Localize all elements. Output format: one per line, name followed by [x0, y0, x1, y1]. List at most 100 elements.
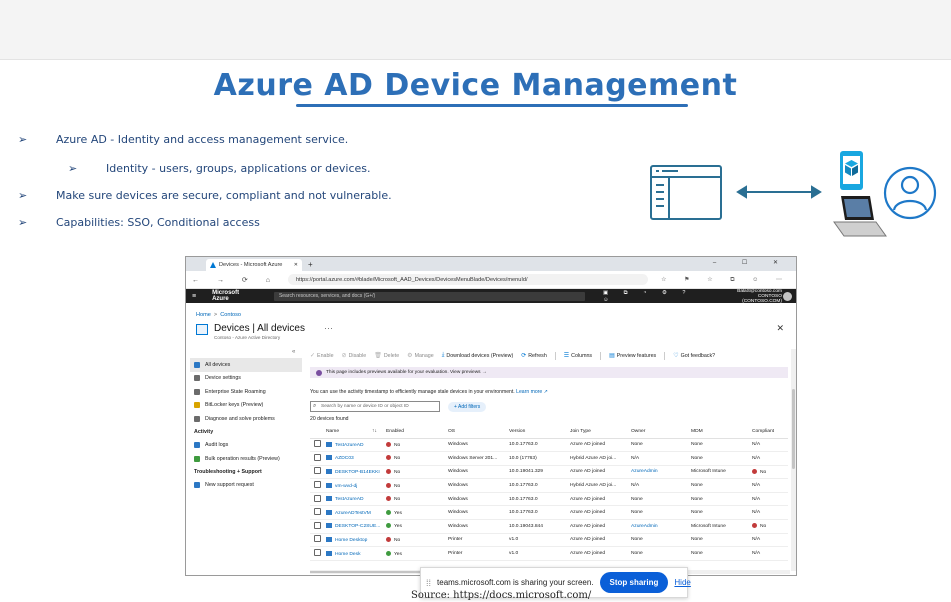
device-name-cell[interactable]: Home Desktop — [326, 533, 386, 548]
refresh-button[interactable]: ⟳ Refresh — [521, 352, 547, 360]
preview-notice[interactable]: This page includes previews available fo… — [310, 367, 788, 378]
sidebar-item-all-devices[interactable]: All devices — [190, 358, 302, 372]
os-cell: Windows — [448, 519, 509, 534]
laptop-icon — [833, 196, 887, 237]
check-icon: ✓ — [310, 353, 316, 359]
breadcrumb-home[interactable]: Home — [196, 312, 211, 318]
add-filters-button[interactable]: + Add filters — [448, 401, 487, 412]
row-checkbox[interactable] — [314, 494, 321, 502]
menu-icon[interactable]: ≡ — [192, 293, 196, 300]
device-name-cell[interactable]: DESKTOP-C2SUE... — [326, 519, 386, 534]
join-type-cell: Hybrid Azure AD joi... — [570, 478, 631, 493]
table-row[interactable]: DESKTOP-C2SUE... Yes Windows 10.0.19043.844… — [310, 519, 788, 534]
browser-tab[interactable]: Devices - Microsoft Azure ✕ — [206, 259, 302, 271]
row-checkbox[interactable] — [314, 481, 321, 489]
device-name-cell[interactable]: TestAzureAD — [326, 492, 386, 507]
url-field[interactable]: https://portal.azure.com/#blade/Microsof… — [287, 274, 648, 285]
column-version[interactable]: Version — [509, 425, 570, 439]
os-cell: Windows — [448, 465, 509, 480]
enabled-cell: No — [386, 465, 448, 480]
device-icon — [326, 523, 332, 529]
row-checkbox[interactable] — [314, 453, 321, 461]
table-row[interactable]: AZDC03 No Windows Server 201... 10.0 (17763… — [310, 451, 788, 466]
table-row[interactable]: TestAzureAD No Windows 10.0.17763.0 Azure AD… — [310, 438, 788, 453]
status-icon — [386, 537, 391, 543]
enable-button[interactable]: ✓ Enable — [310, 352, 334, 360]
breadcrumb-contoso[interactable]: Contoso — [220, 312, 241, 318]
new-tab-button[interactable]: + — [308, 260, 313, 269]
mdm-cell: Microsoft Intune — [691, 465, 752, 480]
sidebar-item-new-support-request[interactable]: New support request — [190, 479, 302, 493]
table-row[interactable]: AzureADTestVM Yes Windows 10.0.17763.0 Azure… — [310, 505, 788, 521]
columns-button[interactable]: ☰ Columns — [564, 352, 592, 360]
column-join-type[interactable]: Join Type — [570, 425, 631, 439]
sidebar-item-diagnose[interactable]: Diagnose and solve problems — [190, 412, 302, 426]
scrollbar-thumb[interactable] — [792, 389, 795, 469]
table-row[interactable]: vm-wvd-dj No Windows 10.0.17763.0 Hybrid Azu… — [310, 478, 788, 493]
device-name-cell[interactable]: AZDC03 — [326, 451, 386, 466]
row-checkbox[interactable] — [314, 467, 321, 475]
table-row[interactable]: Home Desk Yes Printer v1.0 Azure AD joined No… — [310, 546, 788, 561]
column-compliant[interactable]: Compliant — [752, 425, 788, 439]
table-row[interactable]: TestAzureAD No Windows 10.0.17763.0 Azure AD… — [310, 492, 788, 507]
learn-more-link[interactable]: Learn more ↗ — [516, 389, 548, 395]
sidebar-item-enterprise-state-roaming[interactable]: Enterprise State Roaming — [190, 385, 302, 399]
column-mdm[interactable]: MDM — [691, 425, 752, 439]
vertical-scrollbar[interactable] — [791, 349, 796, 571]
window-controls[interactable]: – ☐ ✕ — [713, 259, 790, 266]
version-cell: v1.0 — [509, 546, 570, 561]
manage-button[interactable]: ⚙ Manage — [407, 352, 434, 360]
column-os[interactable]: OS — [448, 425, 509, 439]
row-select — [310, 533, 326, 548]
join-type-cell: Hybrid Azure AD joi... — [570, 451, 631, 466]
table-row[interactable]: Home Desktop No Printer v1.0 Azure AD joined… — [310, 533, 788, 548]
sidebar-item-audit-logs[interactable]: Audit logs — [190, 439, 302, 453]
owner-cell[interactable]: AzureAdmin — [631, 465, 691, 480]
table-row[interactable]: DESKTOP-B14EKKI No Windows 10.0.19041.329 Az… — [310, 465, 788, 480]
close-icon[interactable]: ✕ — [776, 323, 784, 334]
row-checkbox[interactable] — [314, 440, 321, 448]
account-info[interactable]: BalaS@contoso.com CONTOSO (CONTOSO.COM) — [718, 289, 782, 304]
version-cell: v1.0 — [509, 533, 570, 548]
disable-button[interactable]: ⊘ Disable — [342, 352, 367, 360]
device-name-cell[interactable]: AzureADTestVM — [326, 505, 386, 521]
sidebar-item-bulk-operations[interactable]: Bulk operation results (Preview) — [190, 452, 302, 466]
azure-brand[interactable]: Microsoft Azure — [212, 290, 256, 302]
device-name-cell[interactable]: Home Desk — [326, 546, 386, 561]
row-select — [310, 492, 326, 507]
preview-features-button[interactable]: ▤ Preview features — [609, 352, 656, 360]
column-owner[interactable]: Owner — [631, 425, 691, 439]
device-name-cell[interactable]: vm-wvd-dj — [326, 478, 386, 493]
row-checkbox[interactable] — [314, 521, 321, 529]
device-search-input[interactable]: Search by name or device ID or object ID — [310, 401, 440, 412]
row-checkbox[interactable] — [314, 549, 321, 557]
hide-link[interactable]: Hide — [674, 578, 690, 587]
column-enabled[interactable]: Enabled — [386, 425, 448, 439]
device-name-cell[interactable]: DESKTOP-B14EKKI — [326, 465, 386, 480]
slide-title: Azure AD Device Management — [213, 68, 738, 103]
azure-search-input[interactable]: Search resources, services, and docs (G+… — [273, 291, 585, 301]
bullet-item: ➢ Capabilities: SSO, Conditional access — [18, 216, 260, 229]
navigation-buttons[interactable]: ← → ⟳ ⌂ — [192, 276, 278, 284]
device-icon — [326, 496, 332, 502]
sidebar-item-bitlocker-keys[interactable]: BitLocker keys (Preview) — [190, 399, 302, 413]
row-checkbox[interactable] — [314, 535, 321, 543]
avatar[interactable] — [783, 292, 792, 301]
stop-sharing-button[interactable]: Stop sharing — [599, 572, 669, 593]
info-text: You can use the activity timestamp to ef… — [310, 389, 548, 395]
column-name[interactable]: Name — [326, 425, 372, 439]
sort-icon[interactable]: ↑↓ — [372, 425, 386, 439]
browser-toolbar-icons[interactable]: ☆ ⚑ ☆ ⧉ ☺ ⋯ — [661, 276, 790, 284]
more-icon[interactable]: ··· — [324, 323, 333, 333]
collapse-sidebar-icon[interactable]: « — [292, 349, 295, 355]
owner-cell[interactable]: AzureAdmin — [631, 519, 691, 534]
tab-close-icon[interactable]: ✕ — [294, 262, 298, 268]
sidebar-item-device-settings[interactable]: Device settings — [190, 372, 302, 386]
row-checkbox[interactable] — [314, 508, 321, 516]
feedback-button[interactable]: ♡ Got feedback? — [673, 352, 715, 360]
download-devices-button[interactable]: ⤓ Download devices (Preview) — [442, 352, 513, 359]
azure-toolbar-icons[interactable]: ▣ ⧉ ◔ ⚙ ? ☺ — [603, 290, 711, 303]
drag-handle-icon[interactable]: ⁞⁞ — [426, 578, 431, 588]
device-name-cell[interactable]: TestAzureAD — [326, 438, 386, 453]
delete-button[interactable]: 🗑 Delete — [374, 352, 399, 360]
